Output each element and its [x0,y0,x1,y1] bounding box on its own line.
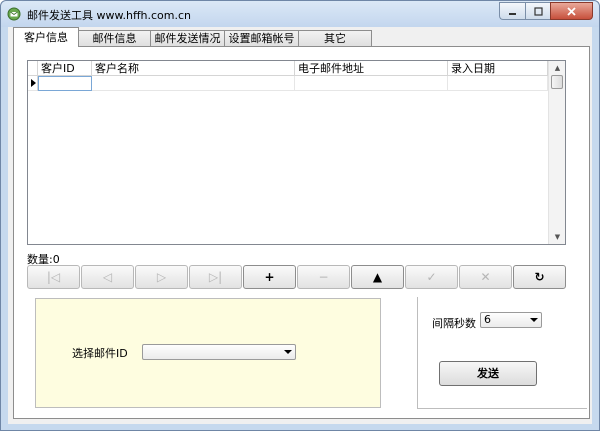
nav-delete-button[interactable]: − [297,265,350,289]
send-button[interactable]: 发送 [439,361,537,386]
refresh-icon: ↻ [534,270,545,284]
cell-email[interactable] [295,76,448,91]
grid-header: 客户ID 客户名称 电子邮件地址 录入日期 [28,61,548,76]
edit-icon: ▲ [372,270,383,284]
row-selector-header [28,61,38,76]
post-icon: ✓ [426,270,437,284]
nav-cancel-button[interactable]: ✕ [459,265,512,289]
current-row-indicator-icon [28,76,38,91]
interval-label: 间隔秒数 [432,317,476,330]
customer-grid[interactable]: 客户ID 客户名称 电子邮件地址 录入日期 ▲ ▼ [27,60,566,245]
mail-id-label: 选择邮件ID [72,347,128,360]
delete-icon: − [318,270,329,284]
cancel-icon: ✕ [480,270,491,284]
column-header-entry-date[interactable]: 录入日期 [448,61,548,76]
tab-customer-info[interactable]: 客户信息 [13,27,79,47]
db-navigator: |◁ ◁ ▷ ▷| + − ▲ ✓ ✕ ↻ [27,265,567,291]
cell-customer-id[interactable] [38,76,92,91]
caption-buttons [499,2,593,20]
table-row[interactable] [28,76,548,91]
column-header-customer-id[interactable]: 客户ID [38,61,92,76]
nav-refresh-button[interactable]: ↻ [513,265,566,289]
next-record-icon: ▷ [156,270,167,284]
interval-select[interactable]: 6 [480,312,542,328]
nav-edit-button[interactable]: ▲ [351,265,404,289]
nav-post-button[interactable]: ✓ [405,265,458,289]
nav-first-button[interactable]: |◁ [27,265,80,289]
mail-id-select[interactable] [142,344,296,360]
chevron-down-icon [530,318,538,322]
send-options-area: 选择邮件ID 间隔秒数 6 发送 [35,297,593,410]
cell-entry-date[interactable] [448,76,548,91]
app-window: 邮件发送工具 www.hffh.com.cn 客户信息 邮件信息 邮件发送情况 … [0,0,600,431]
tab-send-status[interactable]: 邮件发送情况 [150,30,225,47]
scroll-up-icon[interactable]: ▲ [549,61,566,75]
nav-insert-button[interactable]: + [243,265,296,289]
nav-last-button[interactable]: ▷| [189,265,242,289]
last-record-icon: ▷| [208,270,223,284]
interval-value: 6 [484,313,491,326]
grid-vertical-scrollbar[interactable]: ▲ ▼ [548,61,565,244]
nav-prior-button[interactable]: ◁ [81,265,134,289]
minimize-icon [509,12,516,15]
close-button[interactable] [550,2,593,20]
tab-mail-info[interactable]: 邮件信息 [78,30,151,47]
tab-strip: 客户信息 邮件信息 邮件发送情况 设置邮箱帐号 其它 [13,27,372,47]
cell-customer-name[interactable] [92,76,295,91]
close-icon [567,6,576,16]
prior-record-icon: ◁ [102,270,113,284]
mail-select-panel: 选择邮件ID [35,298,381,408]
nav-next-button[interactable]: ▷ [135,265,188,289]
first-record-icon: |◁ [46,270,61,284]
maximize-button[interactable] [525,2,550,20]
send-control-panel: 间隔秒数 6 发送 [417,297,587,409]
scroll-down-icon[interactable]: ▼ [549,230,566,244]
chevron-down-icon [284,350,292,354]
title-bar[interactable]: 邮件发送工具 www.hffh.com.cn [1,1,599,27]
scroll-thumb[interactable] [551,75,563,89]
maximize-icon [533,6,543,16]
client-area: 客户信息 邮件信息 邮件发送情况 设置邮箱帐号 其它 客户ID 客户名称 电子邮… [8,27,592,424]
insert-icon: + [264,270,275,284]
column-header-customer-name[interactable]: 客户名称 [92,61,295,76]
column-header-email[interactable]: 电子邮件地址 [295,61,448,76]
mail-app-icon [7,7,21,21]
tab-other[interactable]: 其它 [298,30,372,47]
window-title: 邮件发送工具 www.hffh.com.cn [27,9,192,22]
tab-mail-account-settings[interactable]: 设置邮箱帐号 [224,30,299,47]
customer-info-panel: 客户ID 客户名称 电子邮件地址 录入日期 ▲ ▼ 数量:0 |◁ ◁ ▷ ▷|… [13,46,590,419]
minimize-button[interactable] [499,2,525,20]
